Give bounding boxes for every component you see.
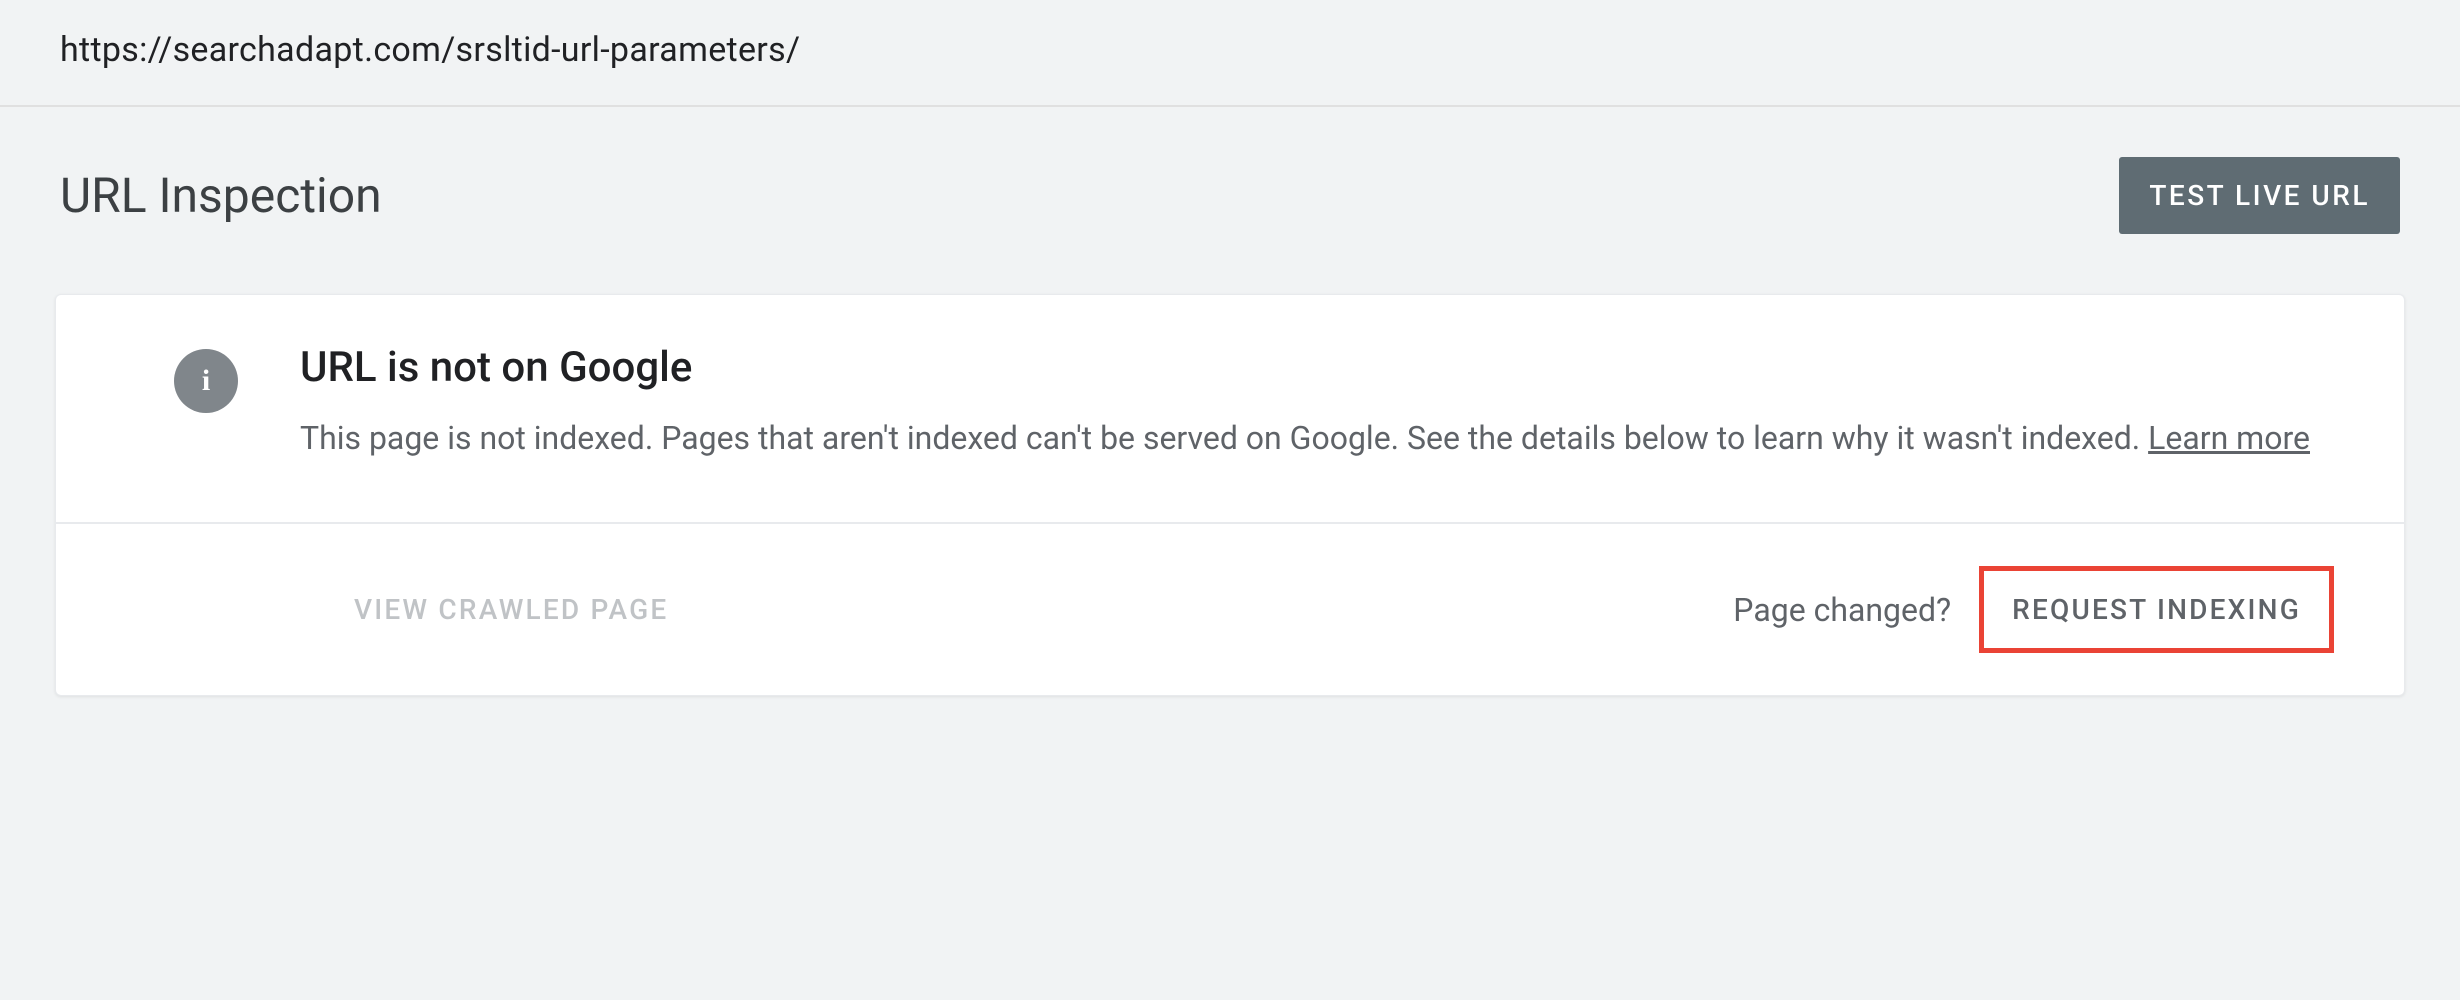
- card-footer: VIEW CRAWLED PAGE Page changed? REQUEST …: [56, 522, 2404, 695]
- learn-more-link[interactable]: Learn more: [2148, 419, 2310, 457]
- test-live-url-button[interactable]: TEST LIVE URL: [2119, 157, 2400, 234]
- footer-right: Page changed? REQUEST INDEXING: [1733, 566, 2334, 653]
- info-icon: i: [174, 349, 238, 413]
- header-row: URL Inspection TEST LIVE URL: [0, 107, 2460, 294]
- url-display: https://searchadapt.com/srsltid-url-para…: [0, 0, 2460, 107]
- page-title: URL Inspection: [60, 167, 382, 224]
- status-card: i URL is not on Google This page is not …: [55, 294, 2405, 696]
- info-icon-glyph: i: [202, 364, 210, 398]
- status-description-text: This page is not indexed. Pages that are…: [300, 419, 2148, 457]
- view-crawled-page-button: VIEW CRAWLED PAGE: [354, 593, 668, 626]
- card-content: URL is not on Google This page is not in…: [300, 343, 2334, 462]
- status-description: This page is not indexed. Pages that are…: [300, 414, 2334, 462]
- status-title: URL is not on Google: [300, 343, 2334, 392]
- page-changed-label: Page changed?: [1733, 591, 1951, 629]
- card-main: i URL is not on Google This page is not …: [56, 295, 2404, 522]
- request-indexing-button[interactable]: REQUEST INDEXING: [1979, 566, 2334, 653]
